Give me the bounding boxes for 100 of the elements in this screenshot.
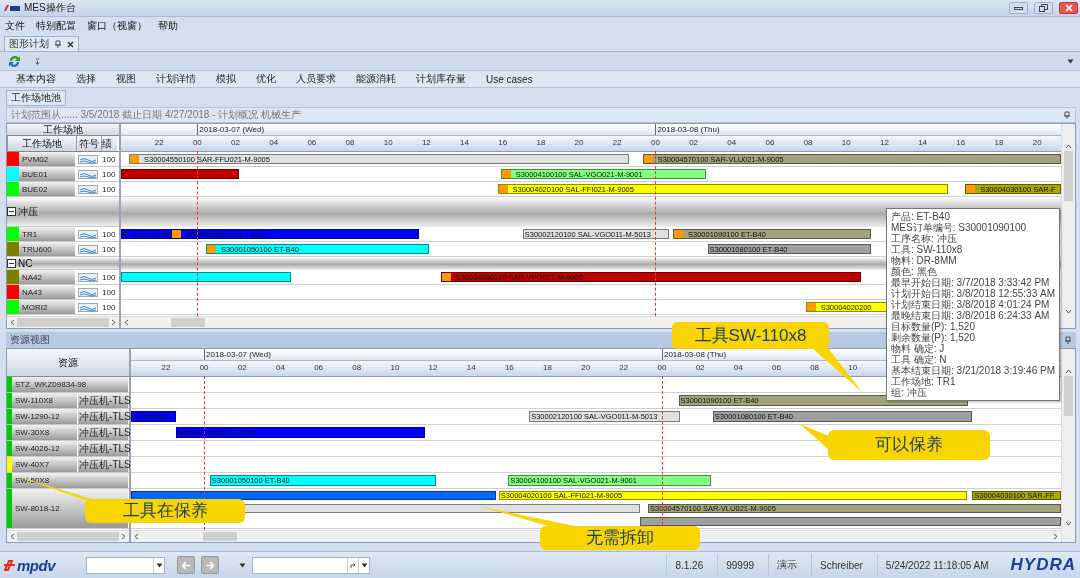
panel-title: 资源视图: [10, 333, 50, 347]
horizontal-scrollbar[interactable]: [7, 316, 119, 328]
minimize-button[interactable]: [1009, 2, 1028, 14]
hour-label: 20: [581, 363, 591, 372]
ribbon-tab[interactable]: 基本内容: [10, 70, 62, 88]
pin-icon[interactable]: [1064, 336, 1072, 344]
ribbon-tab[interactable]: Use cases: [480, 71, 539, 87]
resource-cell[interactable]: SW-110X8: [12, 393, 78, 408]
back-button[interactable]: [177, 556, 195, 574]
hour-label: 12: [428, 363, 438, 372]
close-icon[interactable]: [67, 40, 74, 48]
pin-icon[interactable]: [1063, 111, 1071, 119]
resource-type-cell: 冲压机-TLS: [78, 393, 129, 408]
document-tab[interactable]: 图形计划: [4, 36, 79, 51]
resource-cell[interactable]: SW-4026-12: [12, 441, 78, 456]
chevron-left-icon[interactable]: [134, 533, 139, 540]
date-label: 2018-03-07 (Wed): [204, 349, 271, 360]
status-field: 8.1.26: [666, 554, 712, 576]
vertical-scrollbar[interactable]: [1061, 124, 1075, 328]
scrollbar-thumb[interactable]: [17, 532, 119, 541]
ribbon-tab[interactable]: 优化: [250, 70, 282, 88]
pool-button[interactable]: 工作场地池: [6, 89, 66, 106]
hour-label: 04: [269, 138, 279, 147]
hour-label: 00: [199, 363, 209, 372]
ribbon-tab[interactable]: 视图: [110, 70, 142, 88]
ribbon-tab[interactable]: 计划库存量: [410, 70, 472, 88]
resource-cell[interactable]: STZ_WKZ09834-98: [12, 377, 129, 392]
status-field: 5/24/2022 11:18:05 AM: [876, 554, 997, 576]
forward-button[interactable]: [201, 556, 219, 574]
menu-item[interactable]: 文件: [5, 19, 25, 33]
chevron-left-icon[interactable]: [124, 319, 129, 326]
vertical-scrollbar[interactable]: [1061, 349, 1075, 542]
ribbon-tab[interactable]: 人员要求: [290, 70, 342, 88]
scrollbar-thumb[interactable]: [203, 532, 237, 541]
chevron-up-icon[interactable]: [1065, 369, 1072, 374]
close-button[interactable]: [1059, 2, 1078, 14]
go-icon[interactable]: [349, 561, 357, 569]
callout-text: 工具SW-110x8: [694, 325, 807, 346]
task-bar[interactable]: [121, 272, 291, 282]
workplace-cell[interactable]: TRU600: [19, 242, 76, 256]
chevron-down-icon[interactable]: [1065, 309, 1072, 314]
chevron-right-icon[interactable]: [111, 319, 116, 326]
symbol-icon: [78, 154, 98, 164]
ribbon-tab[interactable]: 模拟: [210, 70, 242, 88]
group-row[interactable]: 冲压: [7, 197, 119, 227]
workplace-cell[interactable]: BUE01: [19, 167, 76, 181]
ribbon-tab[interactable]: 计划详情: [150, 70, 202, 88]
search-field[interactable]: [252, 556, 370, 574]
ribbon-tab[interactable]: 能源消耗: [350, 70, 402, 88]
caret-icon[interactable]: [360, 562, 368, 568]
chevron-right-icon[interactable]: [121, 533, 126, 540]
menu-item[interactable]: 特别配置: [36, 19, 76, 33]
symbol-icon: [78, 272, 98, 282]
scrollbar-thumb[interactable]: [17, 318, 109, 327]
chevron-right-icon[interactable]: [1053, 533, 1058, 540]
workplace-cell[interactable]: BUE02: [19, 182, 76, 196]
pin-icon[interactable]: [54, 40, 62, 48]
caret-icon[interactable]: [1067, 58, 1074, 64]
callout-text: 无需拆卸: [586, 528, 654, 548]
dropdown-field[interactable]: [86, 556, 165, 574]
resource-cell[interactable]: SW-1290-12: [12, 409, 78, 424]
tooltip-line: 目标数量(P): 1,520: [891, 321, 976, 332]
scrollbar-thumb[interactable]: [171, 318, 205, 327]
resource-cell[interactable]: SW-40X7: [12, 457, 78, 472]
restore-button[interactable]: [1034, 2, 1053, 14]
scrollbar-thumb[interactable]: [1064, 376, 1073, 416]
chevron-left-icon[interactable]: [10, 319, 15, 326]
ribbon-tab[interactable]: 选择: [70, 70, 102, 88]
workplace-cell[interactable]: NA42: [19, 270, 76, 284]
resource-type-cell: 冲压机-TLS: [78, 457, 129, 472]
tooltip-line: 计划开始日期: 3/8/2018 12:55:33 AM: [891, 288, 1055, 299]
workplace-cell[interactable]: MORI2: [19, 300, 76, 314]
menu-item[interactable]: 窗口（视窗）: [87, 19, 147, 33]
group-label: 冲压: [18, 204, 38, 219]
hour-label: 08: [345, 138, 355, 147]
tooltip-line: 工具: SW-110x8: [891, 244, 964, 255]
overflow-icon[interactable]: [35, 57, 40, 65]
refresh-icon[interactable]: [8, 54, 21, 68]
workplace-cell[interactable]: NA43: [19, 285, 76, 299]
chevron-left-icon[interactable]: [10, 533, 15, 540]
scrollbar-thumb[interactable]: [1064, 151, 1073, 201]
resource-cell[interactable]: SW-30X8: [12, 425, 78, 440]
menu-item[interactable]: 帮助: [158, 19, 178, 33]
tooltip-line: 剩余数量(P): 1,520: [891, 332, 976, 343]
caret-icon[interactable]: [155, 562, 163, 568]
chevron-down-icon[interactable]: [1065, 521, 1072, 526]
status-field: 演示: [768, 554, 806, 576]
workplace-cell[interactable]: TR1: [19, 227, 76, 241]
task-bar[interactable]: [131, 491, 496, 500]
expander-icon[interactable]: [7, 207, 16, 216]
horizontal-scrollbar[interactable]: [7, 530, 129, 542]
caret-icon[interactable]: [239, 562, 246, 568]
expander-icon[interactable]: [7, 258, 16, 268]
hour-label: 00: [657, 363, 667, 372]
hour-label: 02: [689, 138, 699, 147]
workplace-cell[interactable]: PVM02: [19, 152, 76, 166]
symbol-icon: [78, 184, 98, 194]
hour-label: 08: [803, 138, 813, 147]
chevron-up-icon[interactable]: [1065, 144, 1072, 149]
group-row[interactable]: NC: [7, 257, 119, 270]
